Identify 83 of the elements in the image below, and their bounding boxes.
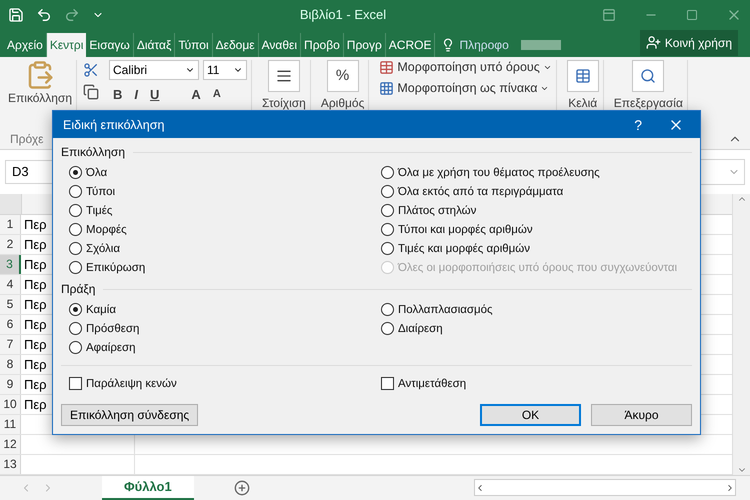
row-header[interactable]: 4 [0,274,21,294]
conditional-formatting-button[interactable]: Μορφοποίηση υπό όρους [379,60,552,75]
radio-option[interactable]: Διαίρεση [381,319,692,338]
sheet-tab[interactable]: Φύλλο1 [102,476,194,500]
row-header[interactable]: 3 [0,254,21,274]
italic-button[interactable]: I [130,86,142,102]
radio-button[interactable] [381,242,394,255]
horizontal-scrollbar[interactable] [474,479,736,496]
cancel-button[interactable]: Άκυρο [591,404,692,426]
window-title: Βιβλίο1 - Excel [298,7,388,22]
radio-button[interactable] [381,303,394,316]
undo-icon[interactable] [36,6,52,23]
row-header[interactable]: 6 [0,314,21,334]
person-add-icon [646,35,661,50]
shrink-font-button[interactable]: A [208,88,225,100]
dialog-title: Ειδική επικόλληση [63,118,166,132]
blurred-account-name [520,40,561,50]
add-sheet-icon[interactable] [234,480,250,496]
search-button[interactable] [632,60,664,92]
search-icon [640,68,656,84]
radio-option[interactable]: Πλάτος στηλών [381,201,692,220]
row-header[interactable]: 2 [0,234,21,254]
radio-option[interactable]: Πολλαπλασιασμός [381,300,692,319]
vertical-scrollbar[interactable] [732,194,750,475]
table-icon [379,60,394,75]
number-format-button[interactable]: % [326,60,359,92]
tell-me-field[interactable]: Πληροφο [459,38,509,52]
radio-option[interactable]: Τιμές και μορφές αριθμών [381,239,692,258]
alignment-button[interactable] [268,60,300,92]
radio-button[interactable] [381,322,394,335]
radio-button[interactable] [69,204,82,217]
number-label: Αριθμός [320,96,364,110]
radio-button[interactable] [69,185,82,198]
radio-button[interactable] [69,242,82,255]
font-name-field[interactable]: Calibri [109,60,200,80]
ribbon-tab[interactable]: Κεντρι [46,32,86,57]
grow-font-button[interactable]: A [187,86,205,102]
row-header[interactable]: 12 [0,434,21,454]
save-icon[interactable] [8,6,24,23]
cells-label: Κελιά [568,96,598,110]
radio-option[interactable]: Τύποι και μορφές αριθμών [381,220,692,239]
radio-button[interactable] [69,261,82,274]
row-header[interactable]: 9 [0,374,21,394]
paste-button[interactable]: Επικόλληση [8,90,72,105]
font-size-field[interactable]: 11 [203,60,248,80]
radio-button[interactable] [69,341,82,354]
radio-button[interactable] [69,166,82,179]
radio-button[interactable] [381,204,394,217]
section-label: Επικόλληση [61,145,126,159]
grid-icon [379,80,394,96]
table-icon [574,68,591,84]
radio-button[interactable] [381,185,394,198]
underline-button[interactable]: U [146,86,164,102]
radio-button[interactable] [69,322,82,335]
radio-button[interactable] [69,303,82,316]
section-label: Πράξη [61,282,96,296]
scissors-icon[interactable] [83,62,100,78]
copy-icon[interactable] [83,84,100,100]
row-header[interactable]: 8 [0,354,21,374]
help-button[interactable]: ? [634,116,642,132]
checkbox-option[interactable]: Αντιμετάθεση [381,374,692,393]
editing-label: Επεξεργασία [614,96,683,110]
row-header[interactable]: 5 [0,294,21,314]
radio-option[interactable]: Όλα εκτός από τα περιγράμματα [381,182,692,201]
row-header[interactable]: 11 [0,414,21,434]
cells-button[interactable] [566,60,599,92]
radio-option[interactable]: Τύποι [69,182,381,201]
ok-button[interactable]: OK [480,404,581,426]
row-header[interactable]: 7 [0,334,21,354]
radio-button[interactable] [69,223,82,236]
bold-button[interactable]: B [109,86,126,102]
radio-option[interactable]: Όλα με χρήση του θέματος προέλευσης [381,163,692,182]
lines-icon [276,68,292,84]
row-header[interactable]: 10 [0,394,21,414]
alignment-label: Στοίχιση [262,96,306,110]
group-label: Πρόχε [10,132,44,146]
row-header[interactable]: 13 [0,454,21,474]
share-button[interactable]: Κοινή χρήση [640,30,738,56]
format-as-table-button[interactable]: Μορφοποίηση ως πίνακα [379,80,550,96]
radio-button[interactable] [381,166,394,179]
row-header[interactable]: 1 [0,214,21,234]
paste-link-button[interactable]: Επικόλληση σύνδεσης [61,404,198,426]
radio-button[interactable] [381,223,394,236]
